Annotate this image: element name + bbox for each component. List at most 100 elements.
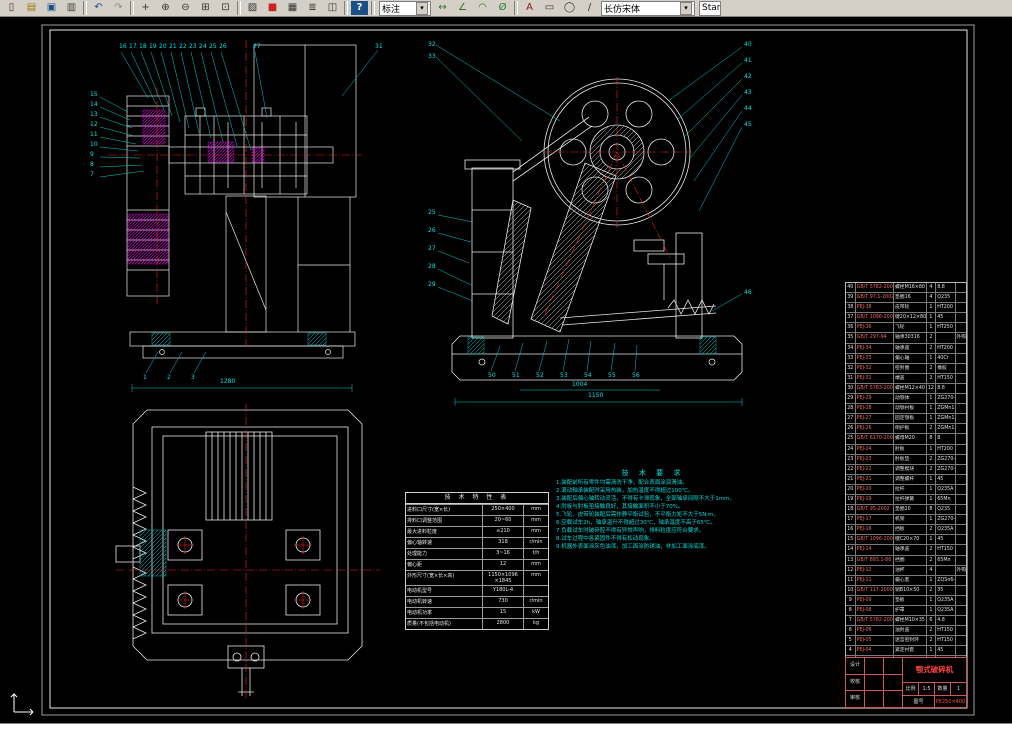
spec-unit: mm bbox=[531, 517, 541, 523]
bom-name: 飞轮 bbox=[894, 323, 927, 333]
bom-material: 35 bbox=[936, 585, 957, 595]
bom-name: 皮带轮 bbox=[894, 303, 927, 313]
color-swatch-icon[interactable]: ■ bbox=[263, 0, 282, 16]
scale-value: 1:5 bbox=[919, 683, 935, 695]
zoom-out-icon[interactable]: ⊖ bbox=[176, 0, 195, 16]
font-combo-value: 长仿宋体 bbox=[604, 4, 641, 15]
print-icon[interactable]: ▥ bbox=[62, 0, 81, 16]
bom-seq: 35 bbox=[846, 333, 856, 343]
bom-name: 端盖 bbox=[894, 373, 927, 383]
part-callout: 28 bbox=[428, 263, 436, 270]
bom-note bbox=[956, 505, 966, 514]
pan-icon[interactable]: + bbox=[136, 0, 155, 16]
part-callout: 8 bbox=[90, 161, 94, 168]
part-callout: 25 bbox=[428, 209, 436, 216]
part-callout: 29 bbox=[428, 281, 436, 288]
bom-note bbox=[956, 646, 966, 655]
bom-code: PEJ-17 bbox=[856, 515, 894, 525]
part-callout: 41 bbox=[744, 57, 752, 64]
bom-name: 螺栓M10×35 bbox=[894, 616, 927, 626]
bom-row: 6 PEJ-06 油封盖 2 HT150 bbox=[846, 626, 966, 637]
spec-table-row: 处理能力 3~16 t/h bbox=[406, 548, 548, 559]
bom-qty: 2 bbox=[927, 424, 937, 434]
bom-note bbox=[956, 545, 966, 554]
spec-unit bbox=[524, 586, 548, 596]
dim-style-combo[interactable]: 标注 ▾ bbox=[379, 0, 431, 16]
bom-row: 4 PEJ-04 紧定衬套 1 45 bbox=[846, 646, 966, 657]
part-callout: 55 bbox=[608, 372, 616, 379]
bom-seq: 13 bbox=[846, 555, 856, 565]
bom-note bbox=[956, 495, 966, 504]
bom-seq: 24 bbox=[846, 444, 856, 454]
bom-qty: 4 bbox=[927, 283, 937, 293]
spec-value: 2800 bbox=[483, 619, 524, 629]
text-style-value: Standard bbox=[702, 3, 721, 13]
zoom-extents-icon[interactable]: ⊡ bbox=[216, 0, 235, 16]
bom-row: 17 PEJ-17 机架 1 ZG270-500 bbox=[846, 515, 966, 526]
bom-material: 40Cr bbox=[936, 353, 957, 363]
command-line[interactable] bbox=[0, 723, 1012, 733]
bom-code: PEJ-22 bbox=[856, 464, 894, 474]
rectangle-tool-icon[interactable]: ▭ bbox=[540, 0, 559, 16]
circle-tool-icon[interactable]: ◯ bbox=[560, 0, 579, 16]
redo-icon[interactable]: ↷ bbox=[109, 0, 128, 16]
dim-linear-icon[interactable]: ↔ bbox=[433, 0, 452, 16]
bom-seq: 4 bbox=[846, 646, 856, 656]
bom-row: 16 PEJ-16 挡板 2 Q235A bbox=[846, 525, 966, 536]
bom-note: 外购 bbox=[956, 335, 966, 341]
dim-diameter-icon[interactable]: Ø bbox=[493, 0, 512, 16]
open-file-icon[interactable]: ▤ bbox=[22, 0, 41, 16]
bom-material: Q235A bbox=[936, 606, 957, 616]
spec-label: 质量(不包括电动机) bbox=[406, 619, 483, 629]
bom-qty: 1 bbox=[927, 535, 937, 545]
bom-seq: 9 bbox=[846, 595, 856, 605]
new-file-icon[interactable]: ▯ bbox=[2, 0, 21, 16]
bom-seq: 20 bbox=[846, 484, 856, 494]
layer-properties-icon[interactable]: ◫ bbox=[323, 0, 342, 16]
bom-code: PEJ-16 bbox=[856, 525, 894, 535]
dim-angular-icon[interactable]: ∠ bbox=[453, 0, 472, 16]
bom-name: 机架 bbox=[894, 515, 927, 525]
layers-icon[interactable]: ≣ bbox=[303, 0, 322, 16]
bom-qty: 1 bbox=[927, 646, 937, 656]
undo-icon[interactable]: ↶ bbox=[89, 0, 108, 16]
erase-icon[interactable]: ▨ bbox=[243, 0, 262, 16]
tech-notes-title: 技 术 要 求 bbox=[621, 469, 685, 477]
bom-qty: 1 bbox=[927, 444, 937, 454]
spec-table: 技 术 特 性 表 进料口尺寸(宽×长) 250×400 mm 排料口调整范围 … bbox=[405, 492, 549, 630]
bom-note bbox=[956, 323, 966, 332]
bom-note bbox=[956, 424, 966, 433]
bom-qty: 1 bbox=[927, 414, 937, 424]
line-tool-icon[interactable]: / bbox=[580, 0, 599, 16]
part-callout: 31 bbox=[375, 43, 383, 50]
bom-seq: 36 bbox=[846, 323, 856, 333]
chevron-down-icon[interactable]: ▾ bbox=[680, 1, 692, 15]
part-callout: 44 bbox=[744, 105, 752, 112]
zoom-window-icon[interactable]: ⊞ bbox=[196, 0, 215, 16]
spec-label: 偏心距 bbox=[406, 560, 483, 570]
scale-label: 比例 bbox=[903, 683, 919, 695]
bom-note: 外购 bbox=[956, 567, 966, 573]
bom-note bbox=[956, 515, 966, 524]
bom-note bbox=[956, 525, 966, 534]
bom-qty: 2 bbox=[927, 636, 937, 646]
font-combo[interactable]: 长仿宋体 ▾ bbox=[601, 0, 695, 16]
hatch-icon[interactable]: ▦ bbox=[283, 0, 302, 16]
chevron-down-icon[interactable]: ▾ bbox=[416, 1, 428, 15]
text-style-combo[interactable]: Standard bbox=[699, 0, 721, 16]
bom-name: 护罩 bbox=[894, 606, 927, 616]
bom-seq: 31 bbox=[846, 373, 856, 383]
dim-arc-icon[interactable]: ◠ bbox=[473, 0, 492, 16]
text-tool-icon[interactable]: A bbox=[520, 0, 539, 16]
tech-note-line: 6.空载试车2h，轴承温升不得超过30℃，轴承温度不高于65℃。 bbox=[556, 520, 716, 526]
toolbar-separator bbox=[130, 1, 134, 15]
save-icon[interactable]: ▣ bbox=[42, 0, 61, 16]
part-callout: 33 bbox=[428, 53, 436, 60]
bom-code: PEJ-31 bbox=[856, 373, 894, 383]
bom-note bbox=[956, 576, 966, 585]
help-icon[interactable]: ? bbox=[350, 0, 369, 16]
bom-row: 36 PEJ-36 飞轮 1 HT250 bbox=[846, 323, 966, 334]
zoom-in-icon[interactable]: ⊕ bbox=[156, 0, 175, 16]
bom-row: 35 GB/T 297-94 轴承30316 2 外购 bbox=[846, 333, 966, 344]
bom-table: 40 GB/T 5782-2000 螺栓M16×80 4 8.8 39 GB/T… bbox=[845, 282, 967, 699]
